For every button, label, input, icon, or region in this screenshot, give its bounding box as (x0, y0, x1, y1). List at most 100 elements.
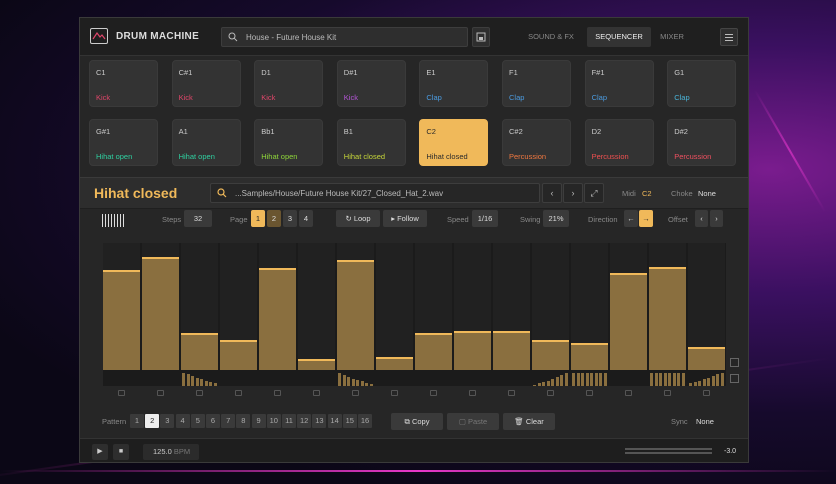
step-bar[interactable] (532, 340, 569, 370)
substep-bar[interactable] (594, 373, 598, 386)
speed-value[interactable]: 1/16 (472, 210, 498, 227)
step-bar[interactable] (376, 357, 413, 370)
pattern-button[interactable]: 15 (342, 414, 357, 428)
pad[interactable]: D2 Percussion (584, 119, 654, 166)
expand-icon[interactable] (730, 358, 739, 367)
collapse-icon[interactable] (730, 374, 739, 383)
pattern-button[interactable]: 11 (282, 414, 296, 428)
follow-button[interactable]: ▸ Follow (383, 210, 427, 227)
substep-bar[interactable] (537, 383, 541, 386)
substep-bar[interactable] (603, 373, 607, 386)
prev-sample-button[interactable]: ‹ (542, 183, 562, 203)
tempo-field[interactable]: 125.0 BPM (143, 444, 199, 460)
offset-left-button[interactable]: ‹ (695, 210, 708, 227)
pattern-button[interactable]: 9 (251, 414, 266, 428)
pattern-button[interactable]: 1 (130, 414, 144, 428)
substep-bar[interactable] (542, 382, 545, 386)
step-bar[interactable] (571, 343, 608, 370)
substep-bar[interactable] (338, 373, 341, 386)
pad[interactable]: G1 Clap (667, 60, 737, 107)
pad[interactable]: F#1 Clap (584, 60, 654, 107)
substep-bar[interactable] (186, 374, 190, 386)
step-column[interactable] (298, 243, 335, 370)
clear-button[interactable]: 🗑 Clear (503, 413, 555, 430)
pad[interactable]: C#1 Kick (171, 60, 241, 107)
page-button[interactable]: 1 (251, 210, 265, 227)
substep-bar[interactable] (195, 378, 199, 386)
pattern-button[interactable]: 4 (175, 414, 190, 428)
lock-icon[interactable] (625, 390, 632, 396)
substep-bar[interactable] (191, 376, 194, 386)
page-button[interactable]: 3 (283, 210, 297, 227)
substep-bar[interactable] (668, 373, 671, 386)
step-bar[interactable] (649, 267, 686, 370)
sample-path-field[interactable]: ...Samples/House/Future House Kit/27_Clo… (210, 183, 540, 203)
pad[interactable]: C#2 Percussion (502, 119, 571, 166)
tab-sound-fx[interactable]: SOUND & FX (526, 27, 576, 47)
substep-bar[interactable] (716, 374, 719, 386)
step-column[interactable] (259, 243, 296, 370)
step-bar[interactable] (103, 270, 140, 370)
pad[interactable]: E1 Clap (419, 60, 489, 107)
lock-icon[interactable] (547, 390, 554, 396)
direction-right-button[interactable]: → (639, 210, 653, 227)
substep-bar[interactable] (213, 383, 217, 386)
substep-bar[interactable] (347, 377, 350, 386)
pattern-button[interactable]: 5 (190, 414, 205, 428)
step-bar[interactable] (181, 333, 218, 370)
step-column[interactable] (376, 243, 413, 370)
substep-bar[interactable] (356, 380, 359, 386)
pad[interactable]: D#2 Percussion (667, 119, 737, 166)
step-column[interactable] (142, 243, 179, 370)
page-button[interactable]: 2 (267, 210, 281, 227)
substep-bar[interactable] (711, 376, 715, 386)
substep-bar[interactable] (702, 379, 706, 386)
pattern-button[interactable]: 13 (312, 414, 327, 428)
substep-bar[interactable] (204, 381, 208, 386)
step-bar[interactable] (337, 260, 374, 370)
substep-bar[interactable] (663, 373, 667, 386)
step-column[interactable] (415, 243, 452, 370)
pad[interactable]: B1 Hihat closed (336, 119, 406, 166)
choke-value[interactable]: None (698, 189, 716, 198)
substep-bar[interactable] (650, 373, 653, 386)
substep-bar[interactable] (681, 373, 685, 386)
substep-bar[interactable] (654, 373, 658, 386)
pattern-button[interactable]: 14 (327, 414, 342, 428)
pattern-button[interactable]: 3 (160, 414, 175, 428)
substep-bar[interactable] (576, 373, 580, 386)
lock-icon[interactable] (586, 390, 593, 396)
step-column[interactable] (532, 243, 569, 370)
pad[interactable]: A1 Hihat open (171, 119, 241, 166)
lock-icon[interactable] (508, 390, 515, 396)
pad[interactable]: F1 Clap (502, 60, 571, 107)
pad[interactable]: D1 Kick (254, 60, 324, 107)
substep-bar[interactable] (342, 375, 346, 386)
pattern-button[interactable]: 8 (236, 414, 251, 428)
step-column[interactable] (337, 243, 374, 370)
substep-bar[interactable] (672, 373, 676, 386)
step-column[interactable] (610, 243, 647, 370)
next-sample-button[interactable]: › (563, 183, 583, 203)
stop-button[interactable]: ■ (113, 444, 129, 460)
pad[interactable]: D#1 Kick (336, 60, 406, 107)
substep-bar[interactable] (720, 373, 724, 386)
step-column[interactable] (571, 243, 608, 370)
substep-bar[interactable] (551, 379, 554, 386)
substep-bar[interactable] (564, 373, 568, 386)
substep-bar[interactable] (209, 382, 212, 386)
lock-icon[interactable] (664, 390, 671, 396)
lock-icon[interactable] (313, 390, 320, 396)
offset-right-button[interactable]: › (710, 210, 723, 227)
substep-bar[interactable] (693, 382, 697, 386)
pattern-button[interactable]: 7 (221, 414, 236, 428)
step-bar[interactable] (610, 273, 647, 370)
step-bar[interactable] (688, 347, 725, 370)
substep-bar[interactable] (555, 377, 559, 386)
step-column[interactable] (220, 243, 257, 370)
substep-bar[interactable] (572, 373, 575, 386)
step-column[interactable] (103, 243, 140, 370)
sync-value[interactable]: None (696, 417, 714, 426)
step-bar[interactable] (298, 359, 335, 370)
substep-bar[interactable] (707, 378, 710, 386)
